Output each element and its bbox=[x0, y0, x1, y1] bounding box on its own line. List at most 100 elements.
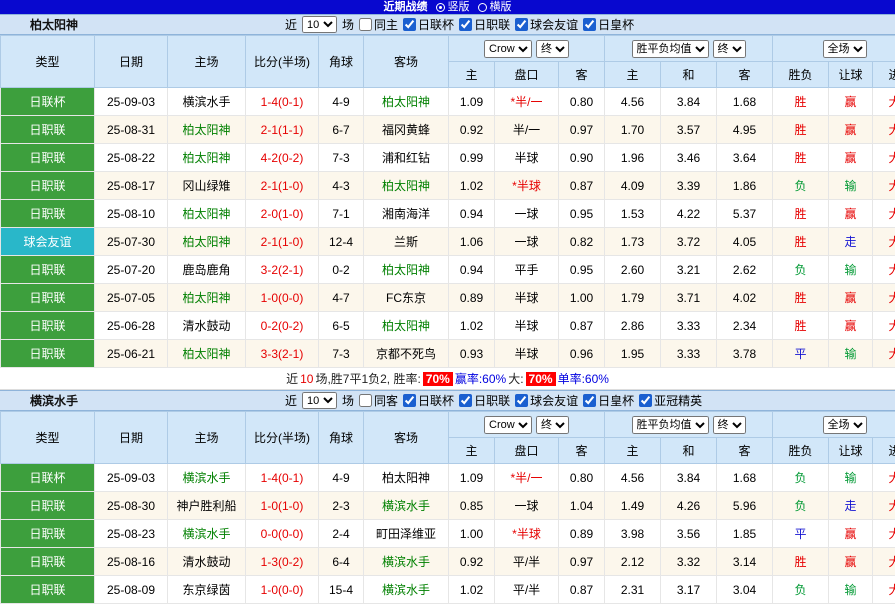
radio-unselected-icon[interactable] bbox=[478, 3, 487, 12]
handicap-result: 走 bbox=[829, 492, 873, 520]
match-date: 25-09-03 bbox=[95, 88, 168, 116]
filter-checkbox[interactable] bbox=[515, 18, 528, 31]
final-avg-select[interactable]: 终 bbox=[713, 416, 746, 434]
radio-selected-icon[interactable] bbox=[436, 3, 445, 12]
avg-draw-odds: 4.26 bbox=[661, 492, 717, 520]
filter-checkbox[interactable] bbox=[403, 394, 416, 407]
handicap: 平/半 bbox=[495, 576, 559, 604]
odds-group-header: Crow终 bbox=[449, 412, 605, 438]
layout-horizontal-label: 横版 bbox=[490, 0, 512, 14]
sub-column-header: 和 bbox=[661, 438, 717, 464]
match-score: 1-4(0-1) bbox=[246, 88, 319, 116]
avg-home-odds: 1.96 bbox=[605, 144, 661, 172]
avg-odds-select[interactable]: 胜平负均值 bbox=[632, 416, 709, 434]
filter-option-4[interactable]: 日皇杯 bbox=[583, 392, 634, 409]
filter-checkbox[interactable] bbox=[403, 18, 416, 31]
recent-count-select[interactable]: 10 bbox=[302, 392, 337, 409]
table-row: 日职联25-07-20鹿岛鹿角3-2(2-1)0-2柏太阳神0.94平手0.95… bbox=[1, 256, 895, 284]
away-odds: 1.04 bbox=[559, 492, 605, 520]
handicap-result: 赢 bbox=[829, 200, 873, 228]
goal-result: 大 bbox=[873, 200, 895, 228]
scope-select[interactable]: 全场 bbox=[823, 40, 867, 58]
filter-checkbox[interactable] bbox=[515, 394, 528, 407]
corner-score: 15-4 bbox=[319, 576, 364, 604]
home-odds: 1.06 bbox=[449, 228, 495, 256]
home-odds: 1.09 bbox=[449, 88, 495, 116]
odds-company-select[interactable]: Crow bbox=[484, 40, 532, 58]
layout-vertical-option[interactable]: 竖版 bbox=[436, 0, 470, 14]
filter-option-0[interactable]: 同客 bbox=[359, 392, 398, 409]
table-row: 日职联25-08-22柏太阳神4-2(0-2)7-3浦和红钻0.99半球0.90… bbox=[1, 144, 895, 172]
topbar: 近期战绩 竖版 横版 bbox=[0, 0, 895, 14]
goal-result: 大 bbox=[873, 172, 895, 200]
filter-option-2[interactable]: 日职联 bbox=[459, 16, 510, 33]
away-team: 柏太阳神 bbox=[364, 256, 449, 284]
home-odds: 1.09 bbox=[449, 464, 495, 492]
match-result: 胜 bbox=[773, 228, 829, 256]
filter-option-label: 球会友谊 bbox=[530, 392, 578, 409]
match-date: 25-06-21 bbox=[95, 340, 168, 368]
games-label: 场 bbox=[342, 16, 354, 33]
avg-away-odds: 3.64 bbox=[717, 144, 773, 172]
home-odds: 1.02 bbox=[449, 576, 495, 604]
table-row: 日职联25-08-23横滨水手0-0(0-0)2-4町田泽维亚1.00*半球0.… bbox=[1, 520, 895, 548]
match-date: 25-07-20 bbox=[95, 256, 168, 284]
filter-option-0[interactable]: 同主 bbox=[359, 16, 398, 33]
filter-option-4[interactable]: 日皇杯 bbox=[583, 16, 634, 33]
avg-draw-odds: 3.39 bbox=[661, 172, 717, 200]
sub-column-header: 客 bbox=[717, 438, 773, 464]
goal-result: 大 bbox=[873, 228, 895, 256]
recent-count-select[interactable]: 10 bbox=[302, 16, 337, 33]
filter-checkbox[interactable] bbox=[639, 394, 652, 407]
filter-option-1[interactable]: 日联杯 bbox=[403, 392, 454, 409]
goal-result: 大 bbox=[873, 284, 895, 312]
avg-home-odds: 4.56 bbox=[605, 88, 661, 116]
avg-odds-select[interactable]: 胜平负均值 bbox=[632, 40, 709, 58]
avg-away-odds: 4.02 bbox=[717, 284, 773, 312]
near-label: 近 bbox=[285, 16, 297, 33]
goal-result: 大 bbox=[873, 464, 895, 492]
column-header: 角球 bbox=[319, 412, 364, 464]
filter-checkbox[interactable] bbox=[359, 18, 372, 31]
match-type-badge: 日职联 bbox=[1, 200, 95, 228]
handicap: 平手 bbox=[495, 256, 559, 284]
corner-score: 7-3 bbox=[319, 144, 364, 172]
handicap-result: 赢 bbox=[829, 144, 873, 172]
near-label: 近 bbox=[285, 392, 297, 409]
match-score: 2-0(1-0) bbox=[246, 200, 319, 228]
filter-checkbox[interactable] bbox=[359, 394, 372, 407]
scope-select[interactable]: 全场 bbox=[823, 416, 867, 434]
away-odds: 0.97 bbox=[559, 548, 605, 576]
filter-checkbox[interactable] bbox=[583, 18, 596, 31]
final-odds-select[interactable]: 终 bbox=[536, 40, 569, 58]
filter-option-3[interactable]: 球会友谊 bbox=[515, 16, 578, 33]
filter-option-3[interactable]: 球会友谊 bbox=[515, 392, 578, 409]
avg-home-odds: 2.31 bbox=[605, 576, 661, 604]
summary-text: 70% bbox=[423, 372, 453, 386]
final-odds-select[interactable]: 终 bbox=[536, 416, 569, 434]
avg-away-odds: 2.34 bbox=[717, 312, 773, 340]
away-team: 福冈黄蜂 bbox=[364, 116, 449, 144]
handicap-result: 输 bbox=[829, 340, 873, 368]
odds-company-select[interactable]: Crow bbox=[484, 416, 532, 434]
avg-away-odds: 2.62 bbox=[717, 256, 773, 284]
team-name: 柏太阳神 bbox=[30, 16, 285, 33]
table-row: 日职联25-06-21柏太阳神3-3(2-1)7-3京都不死鸟0.93半球0.9… bbox=[1, 340, 895, 368]
final-avg-select[interactable]: 终 bbox=[713, 40, 746, 58]
match-score: 3-3(2-1) bbox=[246, 340, 319, 368]
layout-horizontal-option[interactable]: 横版 bbox=[478, 0, 512, 14]
filter-checkbox[interactable] bbox=[459, 394, 472, 407]
avg-draw-odds: 3.46 bbox=[661, 144, 717, 172]
summary-text: 大: bbox=[508, 370, 523, 387]
filter-option-1[interactable]: 日联杯 bbox=[403, 16, 454, 33]
filter-checkbox[interactable] bbox=[459, 18, 472, 31]
home-odds: 0.99 bbox=[449, 144, 495, 172]
corner-score: 12-4 bbox=[319, 228, 364, 256]
filter-option-2[interactable]: 日职联 bbox=[459, 392, 510, 409]
away-team: 横滨水手 bbox=[364, 576, 449, 604]
odds-history-page: 近期战绩 竖版 横版 柏太阳神近10场同主日联杯日职联球会友谊日皇杯类型日期主场… bbox=[0, 0, 895, 604]
home-team: 清水鼓动 bbox=[168, 312, 246, 340]
filter-option-5[interactable]: 亚冠精英 bbox=[639, 392, 702, 409]
filter-checkbox[interactable] bbox=[583, 394, 596, 407]
table-row: 日职联25-08-17冈山绿雉2-1(1-0)4-3柏太阳神1.02*半球0.8… bbox=[1, 172, 895, 200]
